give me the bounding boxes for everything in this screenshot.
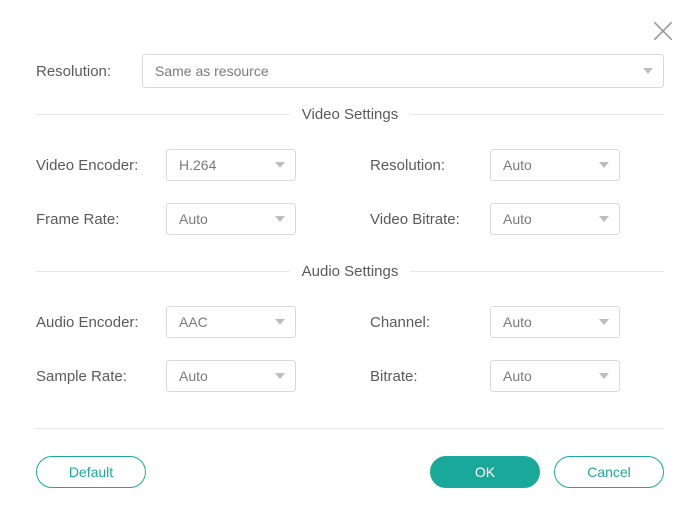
chevron-down-icon (599, 162, 609, 168)
audio-encoder-label: Audio Encoder: (36, 314, 166, 331)
sample-rate-dropdown[interactable]: Auto (166, 360, 296, 392)
audio-bitrate-value: Auto (503, 368, 532, 384)
channel-field: Channel: Auto (370, 306, 664, 338)
video-bitrate-value: Auto (503, 211, 532, 227)
sample-rate-field: Sample Rate: Auto (36, 360, 330, 392)
video-bitrate-dropdown[interactable]: Auto (490, 203, 620, 235)
frame-rate-dropdown[interactable]: Auto (166, 203, 296, 235)
video-bitrate-label: Video Bitrate: (370, 211, 490, 228)
top-resolution-row: Resolution: Same as resource (36, 54, 664, 88)
ok-button[interactable]: OK (430, 456, 540, 488)
frame-rate-label: Frame Rate: (36, 211, 166, 228)
channel-value: Auto (503, 314, 532, 330)
audio-encoder-field: Audio Encoder: AAC (36, 306, 330, 338)
divider (36, 114, 290, 115)
cancel-button[interactable]: Cancel (554, 456, 664, 488)
chevron-down-icon (599, 216, 609, 222)
video-section-title: Video Settings (302, 106, 398, 123)
video-resolution-value: Auto (503, 157, 532, 173)
close-icon[interactable] (650, 18, 676, 44)
audio-encoder-dropdown[interactable]: AAC (166, 306, 296, 338)
video-resolution-label: Resolution: (370, 157, 490, 174)
audio-bitrate-label: Bitrate: (370, 368, 490, 385)
video-resolution-field: Resolution: Auto (370, 149, 664, 181)
sample-rate-label: Sample Rate: (36, 368, 166, 385)
chevron-down-icon (643, 68, 653, 74)
audio-bitrate-dropdown[interactable]: Auto (490, 360, 620, 392)
footer-divider (36, 428, 664, 429)
top-resolution-label: Resolution: (36, 63, 142, 80)
audio-settings-section: Audio Settings Audio Encoder: AAC Sample… (36, 263, 664, 392)
audio-encoder-value: AAC (179, 314, 208, 330)
channel-dropdown[interactable]: Auto (490, 306, 620, 338)
video-encoder-dropdown[interactable]: H.264 (166, 149, 296, 181)
video-bitrate-field: Video Bitrate: Auto (370, 203, 664, 235)
audio-bitrate-field: Bitrate: Auto (370, 360, 664, 392)
top-resolution-value: Same as resource (155, 63, 269, 79)
audio-section-header: Audio Settings (36, 263, 664, 280)
video-resolution-dropdown[interactable]: Auto (490, 149, 620, 181)
chevron-down-icon (275, 373, 285, 379)
divider (36, 271, 290, 272)
video-encoder-value: H.264 (179, 157, 216, 173)
top-resolution-dropdown[interactable]: Same as resource (142, 54, 664, 88)
footer: Default OK Cancel (36, 456, 664, 488)
video-encoder-field: Video Encoder: H.264 (36, 149, 330, 181)
channel-label: Channel: (370, 314, 490, 331)
chevron-down-icon (275, 319, 285, 325)
chevron-down-icon (275, 162, 285, 168)
sample-rate-value: Auto (179, 368, 208, 384)
frame-rate-value: Auto (179, 211, 208, 227)
chevron-down-icon (599, 373, 609, 379)
divider (410, 271, 664, 272)
audio-section-title: Audio Settings (302, 263, 399, 280)
frame-rate-field: Frame Rate: Auto (36, 203, 330, 235)
divider (410, 114, 664, 115)
video-settings-section: Video Settings Video Encoder: H.264 Fram… (36, 106, 664, 235)
default-button[interactable]: Default (36, 456, 146, 488)
chevron-down-icon (599, 319, 609, 325)
video-encoder-label: Video Encoder: (36, 157, 166, 174)
chevron-down-icon (275, 216, 285, 222)
video-section-header: Video Settings (36, 106, 664, 123)
